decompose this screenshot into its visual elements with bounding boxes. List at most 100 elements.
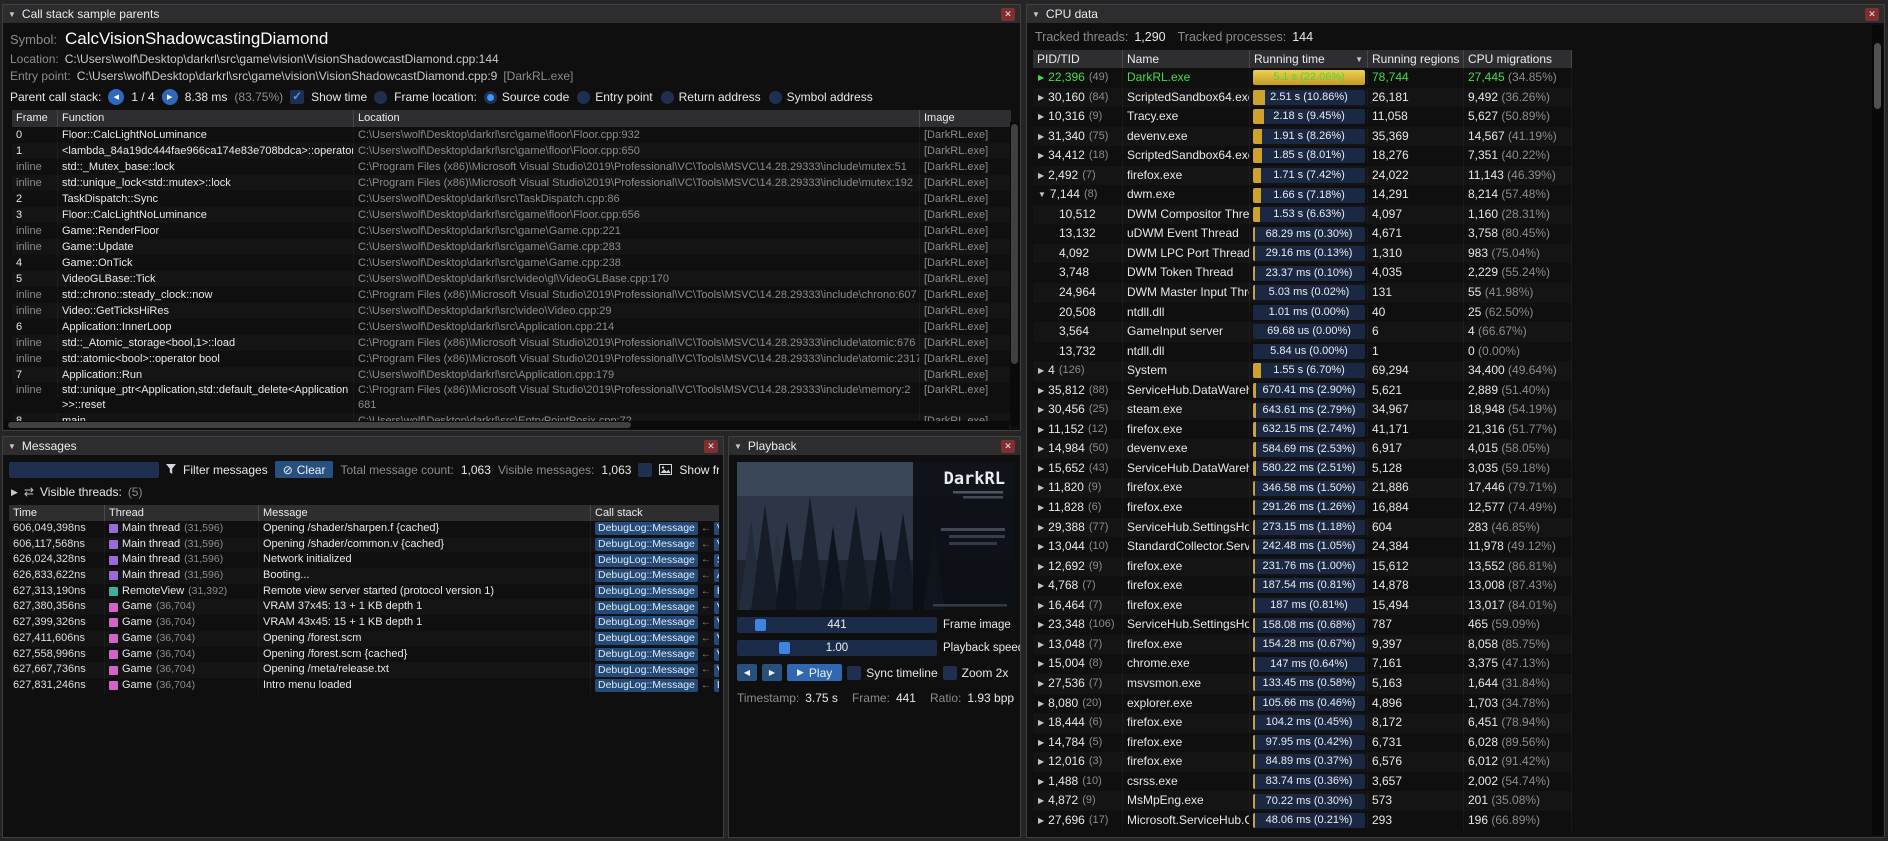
callstack-frame-chip[interactable]: VFS::Open xyxy=(714,538,719,551)
callstack-frame-row[interactable]: 0Floor::CalcLightNoLuminanceC:\Users\wol… xyxy=(12,127,1011,143)
callstack-frame-chip[interactable]: DebugLog::Message xyxy=(595,664,698,677)
column-header-time[interactable]: Time xyxy=(9,505,105,521)
cpu-row[interactable]: ▶30,160(84)ScriptedSandbox64.exe2.51 s (… xyxy=(1033,88,1572,108)
callstack-frame-chip[interactable]: DebugLog::Message xyxy=(595,616,698,629)
close-icon[interactable]: ✕ xyxy=(1865,8,1879,21)
clear-button[interactable]: ⊘ Clear xyxy=(275,461,334,478)
message-row[interactable]: 627,667,736nsGame(36,704)Opening /meta/r… xyxy=(9,662,719,678)
expand-down-icon[interactable]: ▼ xyxy=(1038,185,1046,205)
cpu-vertical-scrollbar[interactable] xyxy=(1872,25,1883,835)
callstack-frame-row[interactable]: 6Application::InnerLoopC:\Users\wolf\Des… xyxy=(12,319,1011,335)
message-row[interactable]: 627,380,356nsGame(36,704)VRAM 37x45: 13 … xyxy=(9,599,719,615)
callstack-frame-chip[interactable]: DebugLog::Message xyxy=(595,554,698,567)
message-row[interactable]: 606,117,568nsMain thread(31,596)Opening … xyxy=(9,537,719,553)
callstack-frame-row[interactable]: inlinestd::unique_ptr<Application,std::d… xyxy=(12,383,1011,413)
expand-right-icon[interactable]: ▶ xyxy=(1038,674,1044,694)
cpu-row[interactable]: ▶4,872(9)MsMpEng.exe70.22 ms (0.30%)5732… xyxy=(1033,791,1572,811)
callstack-frame-row[interactable]: inlineinvoke_maind:\agent\_work\63\s\src… xyxy=(12,429,1011,431)
cpu-row[interactable]: 13,132uDWM Event Thread68.29 ms (0.30%)4… xyxy=(1033,224,1572,244)
cpu-row[interactable]: ▶11,152(12)firefox.exe632.15 ms (2.74%)4… xyxy=(1033,420,1572,440)
cpu-row[interactable]: ▶8,080(20)explorer.exe105.66 ms (0.46%)4… xyxy=(1033,694,1572,714)
message-row[interactable]: 626,024,328nsMain thread(31,596)Network … xyxy=(9,552,719,568)
message-row[interactable]: 627,558,996nsGame(36,704)Opening /forest… xyxy=(9,647,719,663)
cpu-row[interactable]: ▶23,348(106)ServiceHub.SettingsHost158.0… xyxy=(1033,615,1572,635)
expand-right-icon[interactable]: ▶ xyxy=(1038,791,1044,811)
expand-right-icon[interactable]: ▶ xyxy=(1038,68,1044,88)
visible-threads-label[interactable]: Visible threads: xyxy=(40,485,122,499)
expand-right-icon[interactable]: ▶ xyxy=(1038,615,1044,635)
expand-right-icon[interactable]: ▶ xyxy=(1038,772,1044,792)
cpu-row[interactable]: ▶1,488(10)csrss.exe83.74 ms (0.36%)3,657… xyxy=(1033,772,1572,792)
close-icon[interactable]: ✕ xyxy=(1001,440,1015,453)
playback-titlebar[interactable]: ▼ Playback ✕ xyxy=(729,437,1020,455)
callstack-frame-row[interactable]: inlineVideo::GetTicksHiResC:\Users\wolf\… xyxy=(12,303,1011,319)
cpu-data-titlebar[interactable]: ▼ CPU data ✕ xyxy=(1027,5,1884,23)
callstack-frame-row[interactable]: 5VideoGLBase::TickC:\Users\wolf\Desktop\… xyxy=(12,271,1011,287)
sync-timeline-checkbox[interactable] xyxy=(847,666,861,680)
cpu-row[interactable]: ▶16,464(7)firefox.exe187 ms (0.81%)15,49… xyxy=(1033,596,1572,616)
scrollbar-thumb[interactable] xyxy=(1874,43,1881,109)
cpu-row[interactable]: ▶30,456(25)steam.exe643.61 ms (2.79%)34,… xyxy=(1033,400,1572,420)
cpu-row[interactable]: 24,964DWM Master Input Thread5.03 ms (0.… xyxy=(1033,283,1572,303)
next-frame-button[interactable]: ▶ xyxy=(762,664,782,681)
scrollbar-thumb[interactable] xyxy=(1011,124,1018,364)
callstack-frame-chip[interactable]: DebugLog::Message xyxy=(595,601,698,614)
collapse-icon[interactable]: ▼ xyxy=(734,442,742,451)
message-filter-input[interactable] xyxy=(9,462,159,478)
cpu-row[interactable]: ▶13,044(10)StandardCollector.Servic242.4… xyxy=(1033,537,1572,557)
column-header-message[interactable]: Message xyxy=(259,505,591,521)
frame-location-option-entry-point[interactable]: Entry point xyxy=(577,90,652,104)
column-header-name[interactable]: Name xyxy=(1123,50,1250,68)
callstack-frame-row[interactable]: inlineGame::UpdateC:\Users\wolf\Desktop\… xyxy=(12,239,1011,255)
expand-right-icon[interactable]: ▶ xyxy=(1038,576,1044,596)
callstack-frame-row[interactable]: 2TaskDispatch::SyncC:\Users\wolf\Desktop… xyxy=(12,191,1011,207)
expand-right-icon[interactable]: ▶ xyxy=(1038,107,1044,127)
playback-frame-image[interactable]: DarkRL xyxy=(737,462,1014,610)
expand-right-icon[interactable]: ▶ xyxy=(1038,381,1044,401)
callstack-titlebar[interactable]: ▼ Call stack sample parents ✕ xyxy=(3,5,1020,23)
next-parent-button[interactable]: ▶ xyxy=(162,89,178,105)
expand-right-icon[interactable]: ▶ xyxy=(1038,88,1044,108)
cpu-row[interactable]: ▶15,004(8)chrome.exe147 ms (0.64%)7,1613… xyxy=(1033,654,1572,674)
column-header-frame[interactable]: Frame xyxy=(12,110,58,127)
cpu-row[interactable]: ▶15,652(43)ServiceHub.DataWarehou580.22 … xyxy=(1033,459,1572,479)
expand-right-icon[interactable]: ▶ xyxy=(1038,459,1044,479)
expand-right-icon[interactable]: ▶ xyxy=(1038,127,1044,147)
cpu-row[interactable]: ▶35,812(88)ServiceHub.DataWarehou670.41 … xyxy=(1033,381,1572,401)
callstack-frame-chip[interactable]: RemoteVie xyxy=(714,585,719,598)
column-header-pid-tid[interactable]: PID/TID xyxy=(1033,50,1123,68)
message-row[interactable]: 627,411,606nsGame(36,704)Opening /forest… xyxy=(9,631,719,647)
prev-frame-button[interactable]: ◀ xyxy=(737,664,757,681)
close-icon[interactable]: ✕ xyxy=(1001,8,1015,21)
column-header-cpu-migrations[interactable]: CPU migrations xyxy=(1464,50,1572,68)
frame-location-option-source-code[interactable]: Source code xyxy=(484,90,569,104)
callstack-frame-row[interactable]: inlineGame::RenderFloorC:\Users\wolf\Des… xyxy=(12,223,1011,239)
expand-right-icon[interactable]: ▶ xyxy=(1038,498,1044,518)
callstack-frame-chip[interactable]: DebugLog::Message xyxy=(595,522,698,535)
callstack-frame-chip[interactable]: VFS::Open xyxy=(714,522,719,535)
playback-speed-slider[interactable]: 1.00 xyxy=(737,640,937,656)
collapse-icon[interactable]: ▼ xyxy=(8,442,16,451)
cpu-row[interactable]: ▶11,820(9)firefox.exe346.58 ms (1.50%)21… xyxy=(1033,478,1572,498)
expand-right-icon[interactable]: ▶ xyxy=(1038,557,1044,577)
cpu-row[interactable]: ▶2,492(7)firefox.exe1.71 s (7.42%)24,022… xyxy=(1033,166,1572,186)
column-header-running-time[interactable]: Running time ▼ xyxy=(1250,50,1368,68)
callstack-frame-row[interactable]: inlinestd::chrono::steady_clock::nowC:\P… xyxy=(12,287,1011,303)
cpu-row[interactable]: ▶34,412(18)ScriptedSandbox64.exe1.85 s (… xyxy=(1033,146,1572,166)
callstack-frame-row[interactable]: inlinestd::_Mutex_base::lockC:\Program F… xyxy=(12,159,1011,175)
callstack-frame-chip[interactable]: IntroMenu:: xyxy=(714,679,719,692)
column-header-callstack[interactable]: Call stack xyxy=(591,505,719,521)
callstack-frame-chip[interactable]: DebugLog::Message xyxy=(595,632,698,645)
cpu-row[interactable]: ▶22,396(49)DarkRL.exe5.1 s (22.06%)78,74… xyxy=(1033,68,1572,88)
message-row[interactable]: 627,831,246nsGame(36,704)Intro menu load… xyxy=(9,678,719,694)
callstack-frame-chip[interactable]: VFS::Open xyxy=(714,648,719,661)
callstack-frame-row[interactable]: 3Floor::CalcLightNoLuminanceC:\Users\wol… xyxy=(12,207,1011,223)
expand-right-icon[interactable]: ▶ xyxy=(1038,146,1044,166)
message-row[interactable]: 627,399,326nsGame(36,704)VRAM 43x45: 15 … xyxy=(9,615,719,631)
message-row[interactable]: 606,049,398nsMain thread(31,596)Opening … xyxy=(9,521,719,537)
play-button[interactable]: ▶ Play xyxy=(787,664,842,681)
callstack-vertical-scrollbar[interactable] xyxy=(1010,122,1019,426)
expand-right-icon[interactable]: ▶ xyxy=(1038,400,1044,420)
expand-right-icon[interactable]: ▶ xyxy=(1038,166,1044,186)
cpu-row[interactable]: 20,508ntdll.dll1.01 ms (0.00%)4025 (62.5… xyxy=(1033,303,1572,323)
